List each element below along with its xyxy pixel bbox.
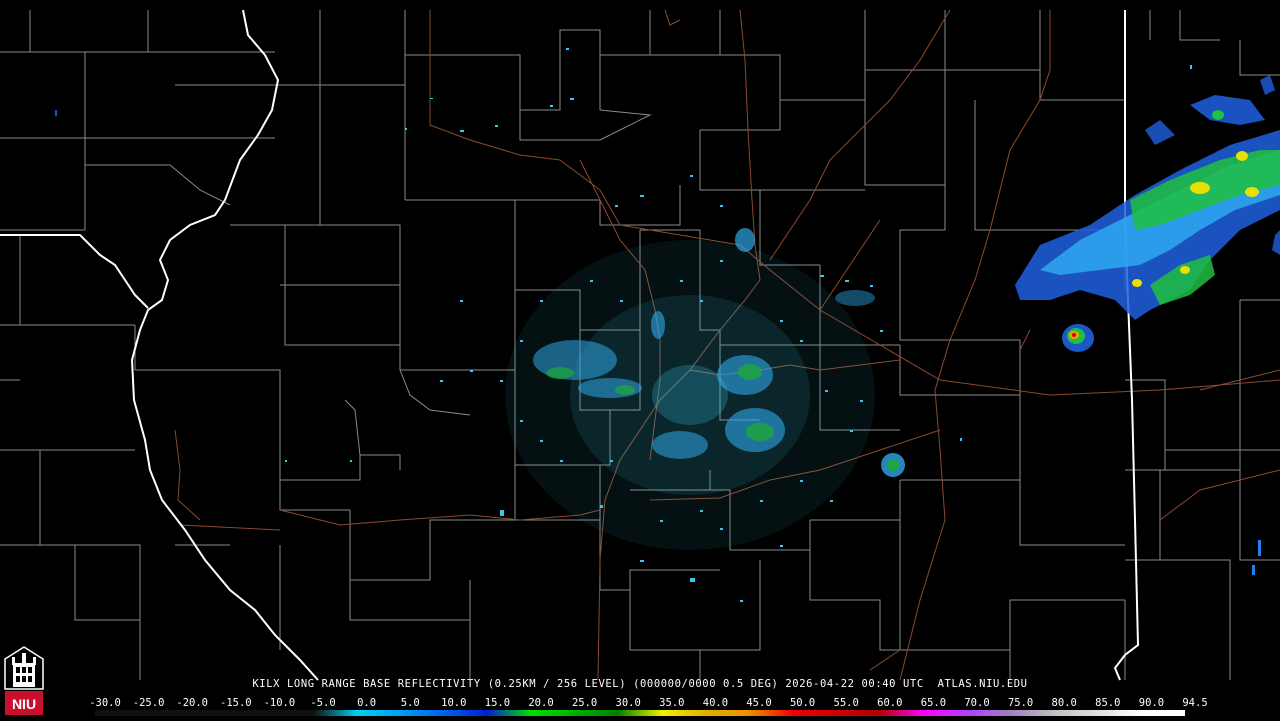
scale-label: 85.0 bbox=[1095, 697, 1121, 709]
scale-segment bbox=[1054, 710, 1098, 716]
color-scale-labels: -30.0 -25.0 -20.0 -15.0 -10.0 -5.0 0.0 5.0 10.0 1… bbox=[89, 697, 1207, 709]
scale-label: 0.0 bbox=[357, 697, 377, 709]
scale-segment bbox=[269, 710, 313, 716]
scale-segment bbox=[225, 710, 270, 716]
scale-segment bbox=[530, 710, 575, 716]
scale-segment bbox=[618, 710, 662, 716]
radar-map bbox=[0, 0, 1280, 720]
scale-label: 5.0 bbox=[400, 697, 420, 709]
scale-label: 60.0 bbox=[877, 697, 903, 709]
color-scale-bar bbox=[95, 710, 1185, 716]
scale-label: -10.0 bbox=[263, 697, 296, 709]
scale-segment bbox=[400, 710, 444, 716]
scale-segment bbox=[574, 710, 619, 716]
scale-label: 40.0 bbox=[702, 697, 729, 709]
scale-label: 35.0 bbox=[659, 697, 685, 709]
scale-segment bbox=[312, 710, 357, 716]
scale-segment bbox=[182, 710, 226, 716]
scale-segment bbox=[443, 710, 488, 716]
scale-label: 90.0 bbox=[1138, 697, 1165, 709]
scale-label: 15.0 bbox=[484, 697, 511, 709]
scale-segment bbox=[1097, 710, 1142, 716]
scale-segment bbox=[748, 710, 793, 716]
scale-segment bbox=[138, 710, 183, 716]
scale-label: 65.0 bbox=[920, 697, 947, 709]
scale-segment bbox=[879, 710, 924, 716]
scale-segment bbox=[705, 710, 749, 716]
scale-segment bbox=[487, 710, 531, 716]
scale-label: 10.0 bbox=[441, 697, 467, 709]
scale-label: -30.0 bbox=[89, 697, 121, 709]
scale-label: -15.0 bbox=[219, 697, 252, 709]
scale-segment bbox=[966, 710, 1011, 716]
scale-label: 50.0 bbox=[789, 697, 816, 709]
scale-segment bbox=[356, 710, 401, 716]
scale-label: -25.0 bbox=[132, 697, 165, 709]
scale-label: 55.0 bbox=[833, 697, 859, 709]
scale-segment bbox=[923, 710, 967, 716]
scale-segment bbox=[661, 710, 706, 716]
scale-segment bbox=[1010, 710, 1055, 716]
scale-label: 45.0 bbox=[746, 697, 772, 709]
scale-segment bbox=[1141, 710, 1185, 716]
scale-label: -20.0 bbox=[176, 697, 208, 709]
scale-segment bbox=[95, 710, 139, 716]
scale-label: 20.0 bbox=[528, 697, 554, 709]
scale-label: 75.0 bbox=[1007, 697, 1034, 709]
scale-label: 25.0 bbox=[571, 697, 598, 709]
scale-label: -5.0 bbox=[310, 697, 336, 709]
niu-logo-text: NIU bbox=[12, 696, 36, 712]
scale-label: 80.0 bbox=[1051, 697, 1077, 709]
scale-segment bbox=[836, 710, 880, 716]
scale-label: 94.5 bbox=[1182, 697, 1208, 709]
scale-label: 30.0 bbox=[615, 697, 641, 709]
product-title: KILX LONG RANGE BASE REFLECTIVITY (0.25K… bbox=[252, 678, 1028, 690]
scale-segment bbox=[792, 710, 837, 716]
scale-label: 70.0 bbox=[964, 697, 990, 709]
